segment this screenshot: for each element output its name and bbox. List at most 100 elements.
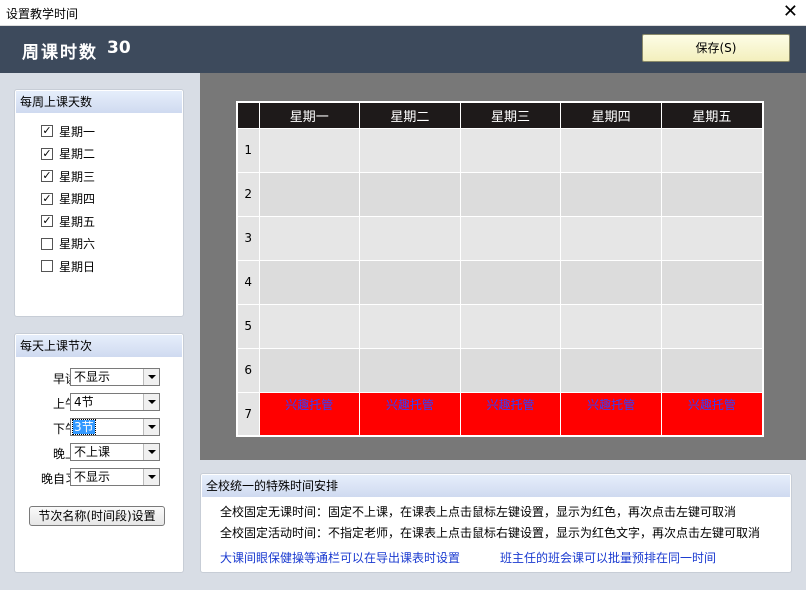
timetable-cell-activity[interactable]: 兴趣托管 — [459, 391, 562, 437]
day-checkbox[interactable] — [41, 170, 53, 182]
period-select[interactable]: 3节 — [70, 418, 160, 436]
save-button[interactable]: 保存(S) — [642, 34, 790, 62]
timetable-cell[interactable] — [459, 347, 562, 393]
timetable-cell-activity[interactable]: 兴趣托管 — [560, 391, 662, 437]
timetable-corner — [236, 101, 260, 129]
day-checkbox[interactable] — [41, 260, 53, 272]
period-row: 晚上 不上课 — [15, 442, 183, 462]
period-select[interactable]: 不显示 — [70, 468, 160, 486]
chevron-down-icon[interactable] — [143, 444, 159, 460]
chevron-down-icon[interactable] — [143, 419, 159, 435]
timetable-cell[interactable] — [560, 171, 662, 217]
period-select-value: 不显示 — [74, 470, 111, 484]
day-column-header: 星期四 — [560, 101, 662, 129]
day-option[interactable]: 星期三 — [41, 167, 95, 185]
period-row: 晚自习 不显示 — [15, 467, 183, 487]
chevron-down-icon[interactable] — [143, 369, 159, 385]
period-select-value: 3节 — [72, 419, 96, 435]
timetable-cell[interactable] — [560, 303, 662, 349]
day-checkbox[interactable] — [41, 192, 53, 205]
timetable-cell[interactable] — [660, 303, 764, 349]
timetable-cell[interactable] — [258, 303, 361, 349]
days-panel-title: 每周上课天数 — [16, 91, 182, 113]
day-label: 星期日 — [59, 259, 96, 274]
timetable-cell[interactable] — [560, 259, 662, 305]
period-select[interactable]: 4节 — [70, 393, 160, 411]
timetable-cell[interactable] — [660, 347, 764, 393]
periods-per-day-panel: 每天上课节次 早读 不显示 上午 4节 下午 3节 晚上 不上课 晚自习 不显示 节次名称(时间段… — [14, 333, 184, 573]
period-names-button[interactable]: 节次名称(时间段)设置 — [29, 506, 165, 526]
day-label: 星期三 — [59, 169, 96, 184]
timetable-cell[interactable] — [258, 347, 361, 393]
timetable-cell[interactable] — [459, 215, 562, 261]
day-checkbox[interactable] — [41, 237, 53, 250]
title-bar: 设置教学时间 ✕ — [0, 0, 806, 26]
timetable-cell[interactable] — [660, 171, 764, 217]
day-option[interactable]: 星期二 — [41, 145, 95, 163]
timetable-cell[interactable] — [660, 127, 764, 173]
timetable-cell[interactable] — [459, 127, 562, 173]
period-select-value: 不上课 — [74, 445, 111, 459]
timetable-cell[interactable] — [359, 303, 461, 349]
timetable-cell[interactable] — [359, 171, 461, 217]
day-checkbox[interactable] — [41, 147, 53, 160]
timetable-cell[interactable] — [560, 347, 662, 393]
day-checkbox[interactable] — [41, 125, 53, 137]
timetable-cell[interactable] — [258, 259, 361, 305]
timetable-cell[interactable] — [359, 347, 461, 393]
period-select[interactable]: 不显示 — [70, 368, 160, 386]
day-label: 星期五 — [59, 214, 96, 229]
timetable-row: 6 — [236, 347, 764, 393]
periods-panel-title: 每天上课节次 — [16, 335, 182, 357]
info-line-fixed-activity: 全校固定活动时间：不指定老师，在课表上点击鼠标右键设置，显示为红色文字，再次点击… — [220, 526, 761, 540]
day-option[interactable]: 星期日 — [41, 257, 95, 275]
special-time-panel: 全校统一的特殊时间安排 全校固定无课时间：固定不上课，在课表上点击鼠标左键设置，… — [200, 473, 792, 573]
timetable-cell[interactable] — [660, 215, 764, 261]
period-row: 上午 4节 — [15, 392, 183, 412]
timetable-cell[interactable] — [258, 171, 361, 217]
timetable-cell[interactable] — [459, 303, 562, 349]
period-row: 下午 3节 — [15, 417, 183, 437]
day-checkbox[interactable] — [41, 215, 53, 227]
timetable-cell[interactable] — [359, 259, 461, 305]
weekly-hours-count: 30 — [107, 38, 131, 58]
close-icon[interactable]: ✕ — [783, 1, 798, 23]
timetable-area: 星期一 星期二 星期三 星期四 星期五 1 2 3 4 5 6 7 兴趣托管 兴趣托管 兴趣托管 兴趣托管 兴趣… — [200, 73, 806, 460]
timetable-cell[interactable] — [459, 171, 562, 217]
timetable-cell[interactable] — [560, 215, 662, 261]
day-option[interactable]: 星期五 — [41, 212, 95, 230]
chevron-down-icon[interactable] — [143, 469, 159, 485]
timetable-cell[interactable] — [560, 127, 662, 173]
timetable-cell[interactable] — [660, 259, 764, 305]
timetable-row: 5 — [236, 303, 764, 349]
info-link-break[interactable]: 大课间眼保健操等通栏可以在导出课表时设置 — [220, 549, 460, 566]
weekly-hours-label: 周课时数 — [22, 43, 98, 63]
timetable-row: 2 — [236, 171, 764, 217]
days-per-week-panel: 每周上课天数 星期一星期二星期三星期四星期五星期六星期日 — [14, 89, 184, 317]
timetable-row: 3 — [236, 215, 764, 261]
period-number: 6 — [236, 347, 260, 393]
period-number: 4 — [236, 259, 260, 305]
timetable-cell[interactable] — [459, 259, 562, 305]
timetable-cell[interactable] — [359, 215, 461, 261]
info-line-fixed-free: 全校固定无课时间：固定不上课，在课表上点击鼠标左键设置，显示为红色，再次点击左键… — [220, 505, 737, 519]
timetable-cell-activity[interactable]: 兴趣托管 — [359, 391, 461, 437]
day-label: 星期四 — [59, 192, 96, 206]
day-option[interactable]: 星期四 — [41, 190, 95, 208]
timetable-cell[interactable] — [359, 127, 461, 173]
period-number: 5 — [236, 303, 260, 349]
timetable-cell-activity[interactable]: 兴趣托管 — [258, 391, 361, 437]
info-panel-title: 全校统一的特殊时间安排 — [202, 475, 790, 497]
period-number: 2 — [236, 171, 260, 217]
timetable-row: 7 兴趣托管 兴趣托管 兴趣托管 兴趣托管 兴趣托管 — [236, 391, 764, 437]
period-select[interactable]: 不上课 — [70, 443, 160, 461]
chevron-down-icon[interactable] — [143, 394, 159, 410]
info-link-class-meeting[interactable]: 班主任的班会课可以批量预排在同一时间 — [500, 549, 716, 566]
timetable-cell[interactable] — [258, 127, 361, 173]
day-label: 星期二 — [59, 147, 96, 161]
day-option[interactable]: 星期一 — [41, 122, 95, 140]
window-title: 设置教学时间 — [6, 7, 79, 21]
timetable-cell[interactable] — [258, 215, 361, 261]
day-option[interactable]: 星期六 — [41, 235, 95, 253]
timetable-cell-activity[interactable]: 兴趣托管 — [660, 391, 764, 437]
